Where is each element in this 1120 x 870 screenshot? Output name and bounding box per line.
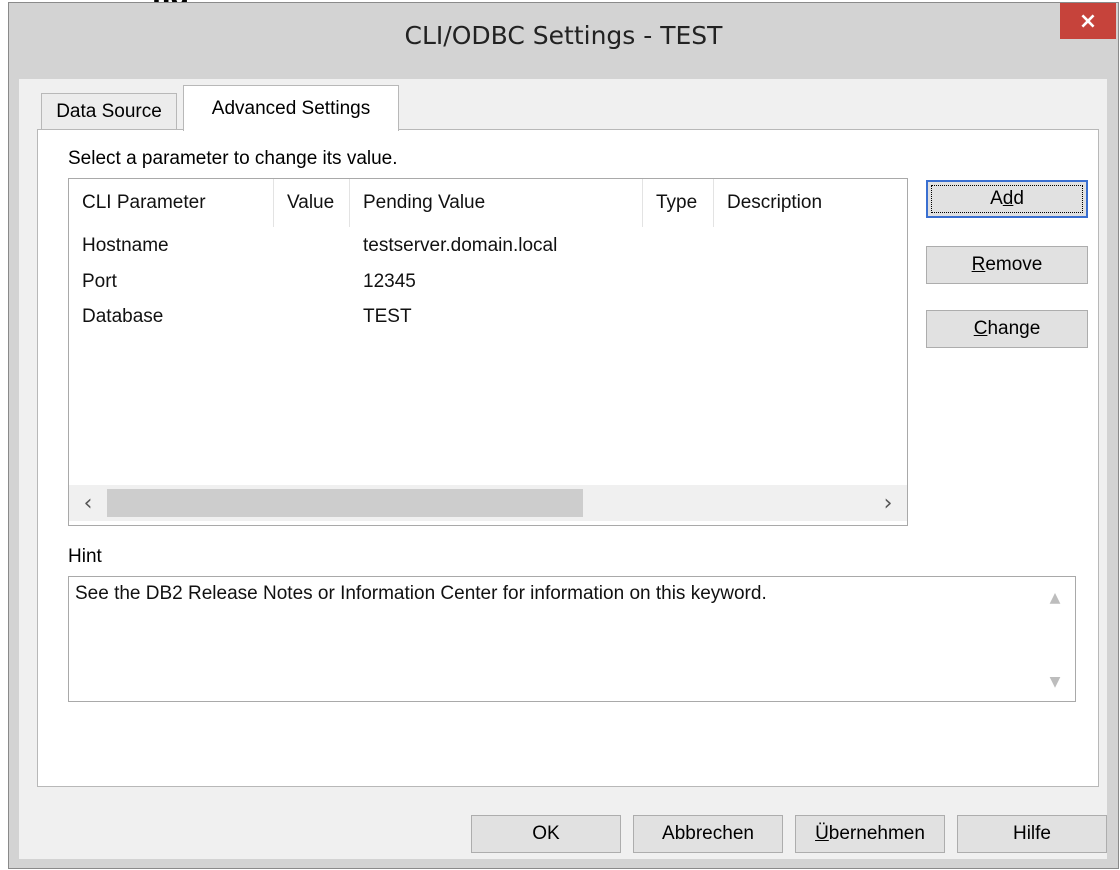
window-title: CLI/ODBC Settings - TEST: [404, 21, 723, 50]
column-header-label: CLI Parameter: [82, 192, 206, 213]
button-label: Remove: [971, 254, 1043, 275]
remove-button[interactable]: Remove: [926, 246, 1088, 284]
cell-pending-value: TEST: [363, 306, 412, 327]
instruction-text: Select a parameter to change its value.: [68, 148, 398, 169]
dialog-client-area: Data Source Advanced Settings Select a p…: [19, 79, 1107, 859]
column-header-pending-value[interactable]: Pending Value: [350, 179, 642, 227]
table-row[interactable]: Port 12345: [69, 271, 907, 303]
chevron-right-icon: ›: [883, 490, 893, 516]
chevron-down-icon: ▼: [1049, 674, 1061, 690]
tab-data-source[interactable]: Data Source: [41, 93, 177, 129]
chevron-left-icon: ‹: [83, 490, 93, 516]
column-header-label: Type: [656, 192, 698, 213]
add-button[interactable]: Add: [926, 180, 1088, 218]
column-header-label: Pending Value: [363, 192, 486, 213]
cell-parameter: Hostname: [82, 235, 169, 256]
column-header-label: Value: [287, 192, 335, 213]
button-label: Hilfe: [1012, 823, 1051, 844]
dialog-window: CLI/ODBC Settings - TEST × Data Source A…: [8, 2, 1119, 869]
tab-label: Data Source: [56, 100, 162, 122]
tab-advanced-settings[interactable]: Advanced Settings: [183, 85, 399, 131]
cancel-button[interactable]: Abbrechen: [633, 815, 783, 853]
focus-rectangle: [931, 185, 1083, 213]
help-button[interactable]: Hilfe: [957, 815, 1107, 853]
apply-button[interactable]: Übernehmen: [795, 815, 945, 853]
cell-parameter: Port: [82, 271, 117, 292]
change-button[interactable]: Change: [926, 310, 1088, 348]
cell-parameter: Database: [82, 306, 164, 327]
title-bar[interactable]: CLI/ODBC Settings - TEST ×: [9, 3, 1118, 79]
table-row[interactable]: Hostname testserver.domain.local: [69, 235, 907, 267]
button-label: OK: [532, 823, 560, 844]
scroll-right-button[interactable]: ›: [869, 485, 907, 521]
horizontal-scrollbar[interactable]: ‹ ›: [69, 485, 907, 521]
column-header-cli-parameter[interactable]: CLI Parameter: [69, 179, 273, 227]
scroll-left-button[interactable]: ‹: [69, 485, 107, 521]
button-label: Abbrechen: [662, 823, 754, 844]
hint-textbox[interactable]: See the DB2 Release Notes or Information…: [68, 576, 1076, 702]
table-row[interactable]: Database TEST: [69, 306, 907, 338]
vertical-scrollbar[interactable]: ▲ ▼: [1035, 577, 1075, 701]
scroll-up-button[interactable]: ▲: [1035, 583, 1075, 613]
chevron-up-icon: ▲: [1049, 590, 1061, 606]
advanced-settings-panel: Select a parameter to change its value. …: [37, 129, 1099, 787]
tab-label: Advanced Settings: [211, 97, 371, 119]
column-header-description[interactable]: Description: [714, 179, 894, 227]
button-label: Übernehmen: [815, 823, 925, 844]
close-button[interactable]: ×: [1060, 3, 1116, 39]
button-label: Change: [973, 318, 1041, 339]
ok-button[interactable]: OK: [471, 815, 621, 853]
column-header-type[interactable]: Type: [643, 179, 713, 227]
scrollbar-thumb[interactable]: [107, 489, 583, 517]
parameter-list[interactable]: CLI Parameter Value Pending Value Type D…: [68, 178, 908, 526]
column-header-label: Description: [727, 192, 823, 213]
hint-label: Hint: [68, 546, 102, 567]
cell-pending-value: testserver.domain.local: [363, 235, 558, 256]
scroll-down-button[interactable]: ▼: [1035, 667, 1075, 697]
hint-text: See the DB2 Release Notes or Information…: [75, 583, 767, 604]
column-header-value[interactable]: Value: [274, 179, 349, 227]
close-icon: ×: [1078, 8, 1098, 34]
cell-pending-value: 12345: [363, 271, 416, 292]
